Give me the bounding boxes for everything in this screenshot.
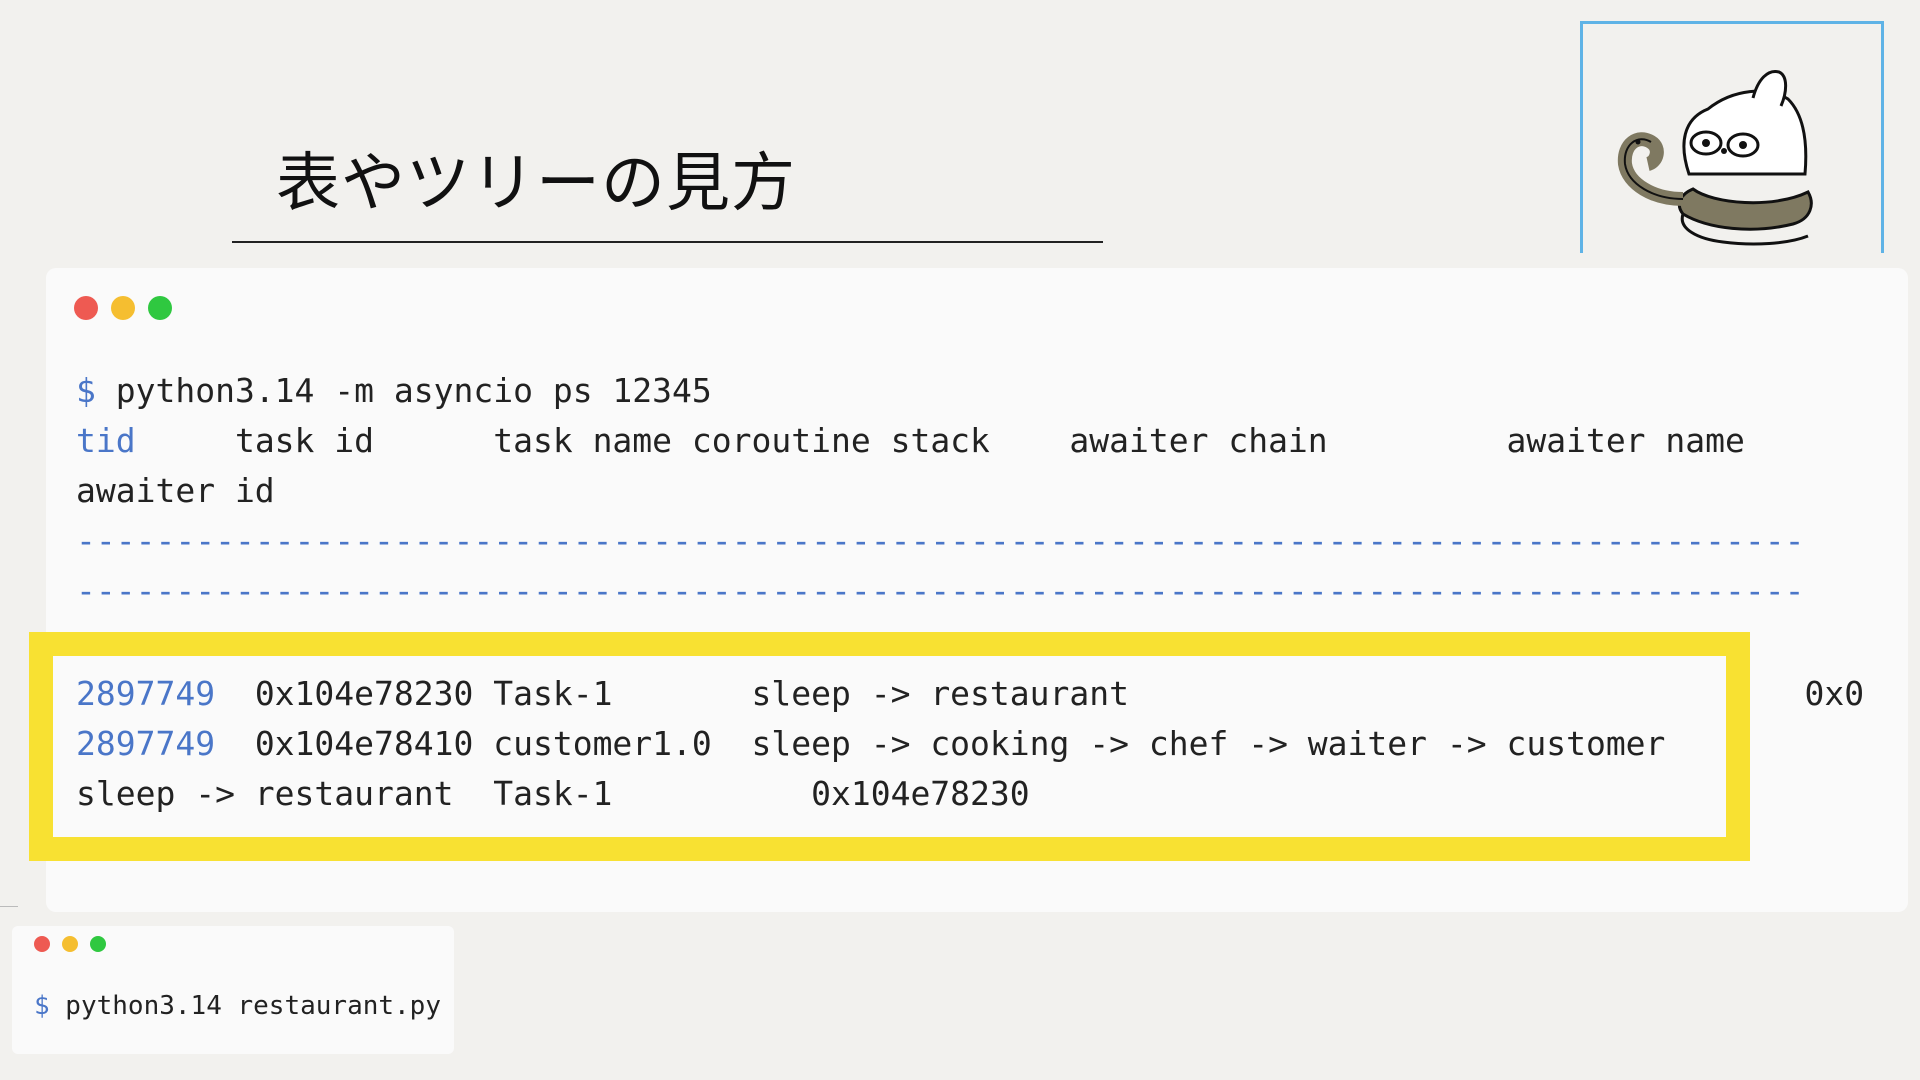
command-text: python3.14 restaurant.py bbox=[49, 991, 441, 1021]
window-minimize-dot-icon[interactable] bbox=[62, 936, 78, 952]
table-header-line-2: awaiter id bbox=[76, 471, 275, 510]
window-close-dot-icon[interactable] bbox=[34, 936, 50, 952]
window-controls bbox=[34, 936, 118, 952]
window-zoom-dot-icon[interactable] bbox=[90, 936, 106, 952]
prompt-symbol: $ bbox=[34, 991, 50, 1021]
mascot-illustration-frame bbox=[1580, 21, 1884, 253]
command-text: python3.14 -m asyncio ps 12345 bbox=[95, 371, 712, 410]
window-zoom-dot-icon[interactable] bbox=[148, 296, 172, 320]
command-line: $ python3.14 -m asyncio ps 12345 bbox=[76, 366, 712, 416]
terminal-window-restaurant: $ python3.14 restaurant.py bbox=[12, 926, 454, 1054]
title-underline bbox=[232, 241, 1103, 243]
table-header-line-1: tid task id task name coroutine stack aw… bbox=[76, 416, 1745, 466]
table-separator-1: ----------------------------------------… bbox=[76, 521, 1805, 560]
highlight-box bbox=[29, 632, 1750, 861]
header-tid: tid bbox=[76, 421, 136, 460]
window-close-dot-icon[interactable] bbox=[74, 296, 98, 320]
slide-title: 表やツリーの見方 bbox=[276, 147, 796, 221]
table-separator-2: ----------------------------------------… bbox=[76, 571, 1805, 610]
window-controls bbox=[74, 296, 185, 320]
divider-tick bbox=[0, 906, 18, 907]
mascot-illustration-icon bbox=[1617, 69, 1813, 246]
header-columns: task id task name coroutine stack awaite… bbox=[135, 421, 1745, 460]
window-minimize-dot-icon[interactable] bbox=[111, 296, 135, 320]
command-line: $ python3.14 restaurant.py bbox=[34, 986, 441, 1026]
prompt-symbol: $ bbox=[76, 371, 96, 410]
